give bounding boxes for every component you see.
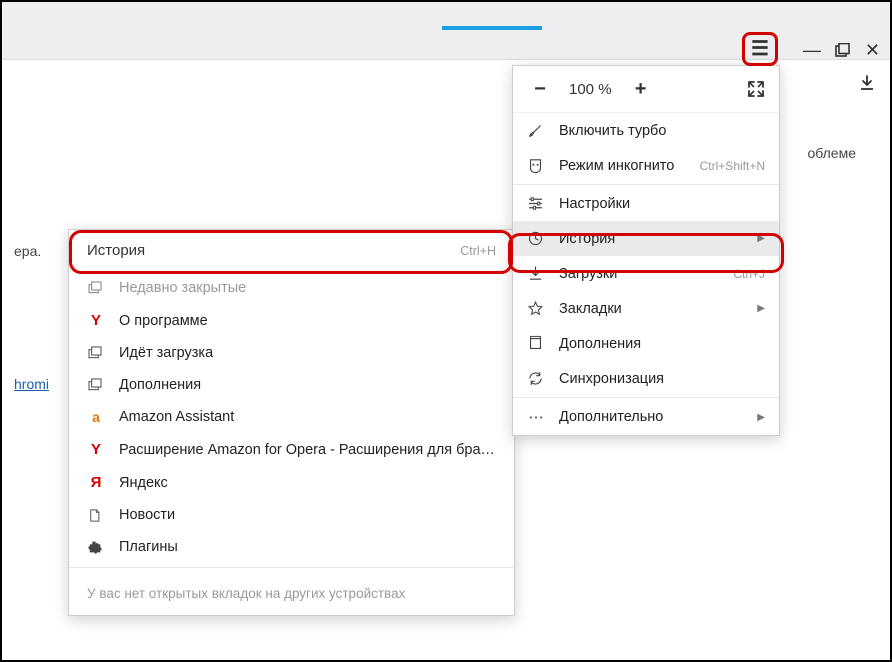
menu-item-advanced[interactable]: ⋯ Дополнительно ▶ bbox=[513, 399, 779, 435]
menu-item-bookmarks[interactable]: Закладки ▶ bbox=[513, 291, 779, 326]
hamburger-icon: ☰ bbox=[751, 39, 769, 59]
more-icon: ⋯ bbox=[527, 408, 545, 426]
history-submenu: История Ctrl+H Недавно закрытые Y О прог… bbox=[68, 229, 515, 616]
list-item-label: Расширение Amazon for Opera - Расширения… bbox=[119, 442, 496, 458]
submenu-yandex[interactable]: Я Яндекс bbox=[69, 466, 514, 499]
rocket-icon bbox=[527, 122, 545, 139]
tabs-icon bbox=[87, 345, 105, 361]
minimize-button[interactable]: — bbox=[803, 40, 821, 61]
menu-item-turbo[interactable]: Включить турбо bbox=[513, 113, 779, 148]
zoom-value: 100 % bbox=[569, 81, 612, 98]
sync-icon bbox=[527, 370, 545, 387]
tabs-icon bbox=[87, 280, 105, 296]
yandex-ya-icon: Я bbox=[87, 474, 105, 491]
sliders-icon bbox=[527, 195, 545, 212]
menu-label: История bbox=[559, 231, 743, 247]
yandex-y-icon: Y bbox=[87, 441, 105, 458]
menu-label: Дополнения bbox=[559, 336, 765, 352]
bg-text-problem: облеме bbox=[807, 145, 856, 161]
menu-label: Дополнительно bbox=[559, 409, 743, 425]
chevron-right-icon: ▶ bbox=[757, 412, 765, 423]
submenu-hint: Ctrl+H bbox=[460, 244, 496, 258]
page-icon bbox=[87, 508, 105, 523]
list-item-label: Новости bbox=[119, 507, 175, 523]
amazon-icon: a bbox=[87, 409, 105, 425]
history-icon bbox=[527, 230, 545, 247]
zoom-in-button[interactable]: + bbox=[628, 76, 654, 102]
menu-item-settings[interactable]: Настройки bbox=[513, 186, 779, 221]
close-button[interactable]: ✕ bbox=[865, 40, 880, 61]
puzzle-icon bbox=[87, 539, 105, 555]
list-item-label: Недавно закрытые bbox=[119, 280, 246, 296]
tabs-icon bbox=[87, 377, 105, 393]
menu-label: Режим инкогнито bbox=[559, 158, 686, 174]
menu-item-incognito[interactable]: Режим инкогнито Ctrl+Shift+N bbox=[513, 148, 779, 183]
fullscreen-button[interactable] bbox=[747, 80, 765, 98]
submenu-amazon-ext[interactable]: Y Расширение Amazon for Opera - Расширен… bbox=[69, 433, 514, 466]
submenu-header-history[interactable]: История Ctrl+H bbox=[69, 230, 514, 272]
menu-item-downloads[interactable]: Загрузки Ctrl+J bbox=[513, 256, 779, 291]
yandex-y-icon: Y bbox=[87, 312, 105, 329]
download-icon bbox=[527, 265, 545, 282]
list-item-label: О программе bbox=[119, 313, 208, 329]
menu-hint: Ctrl+J bbox=[733, 267, 765, 281]
menu-item-sync[interactable]: Синхронизация bbox=[513, 361, 779, 396]
submenu-extensions[interactable]: Дополнения bbox=[69, 369, 514, 401]
menu-label: Закладки bbox=[559, 301, 743, 317]
extensions-icon bbox=[527, 335, 545, 352]
list-item-label: Amazon Assistant bbox=[119, 409, 234, 425]
list-item-label: Плагины bbox=[119, 539, 178, 555]
menu-label: Синхронизация bbox=[559, 371, 765, 387]
incognito-icon bbox=[527, 157, 545, 174]
maximize-button[interactable] bbox=[835, 43, 851, 59]
menu-label: Настройки bbox=[559, 196, 765, 212]
bg-chromium-link[interactable]: hromi bbox=[14, 376, 49, 392]
menu-item-extensions[interactable]: Дополнения bbox=[513, 326, 779, 361]
chevron-right-icon: ▶ bbox=[757, 233, 765, 244]
list-item-label: Дополнения bbox=[119, 377, 201, 393]
submenu-plugins[interactable]: Плагины bbox=[69, 531, 514, 563]
downloads-icon[interactable] bbox=[858, 74, 876, 92]
submenu-about[interactable]: Y О программе bbox=[69, 304, 514, 337]
menu-hint: Ctrl+Shift+N bbox=[700, 159, 765, 173]
active-tab-indicator bbox=[442, 26, 542, 30]
submenu-news[interactable]: Новости bbox=[69, 499, 514, 531]
submenu-recently-closed[interactable]: Недавно закрытые bbox=[69, 272, 514, 304]
submenu-footer: У вас нет открытых вкладок на других уст… bbox=[69, 572, 514, 615]
submenu-amazon-assistant[interactable]: a Amazon Assistant bbox=[69, 401, 514, 433]
bg-text-era: ера. bbox=[14, 243, 41, 259]
menu-item-history[interactable]: История ▶ bbox=[513, 221, 779, 256]
zoom-row: − 100 % + bbox=[513, 66, 779, 113]
submenu-title: История bbox=[87, 242, 460, 259]
main-menu-dropdown: − 100 % + Включить турбо Режим инкогнито… bbox=[512, 65, 780, 436]
menu-label: Загрузки bbox=[559, 266, 719, 282]
list-item-label: Яндекс bbox=[119, 475, 168, 491]
submenu-downloading[interactable]: Идёт загрузка bbox=[69, 337, 514, 369]
zoom-out-button[interactable]: − bbox=[527, 76, 553, 102]
star-icon bbox=[527, 300, 545, 317]
main-menu-button[interactable]: ☰ bbox=[742, 32, 778, 66]
list-item-label: Идёт загрузка bbox=[119, 345, 213, 361]
chevron-right-icon: ▶ bbox=[757, 303, 765, 314]
menu-label: Включить турбо bbox=[559, 123, 765, 139]
